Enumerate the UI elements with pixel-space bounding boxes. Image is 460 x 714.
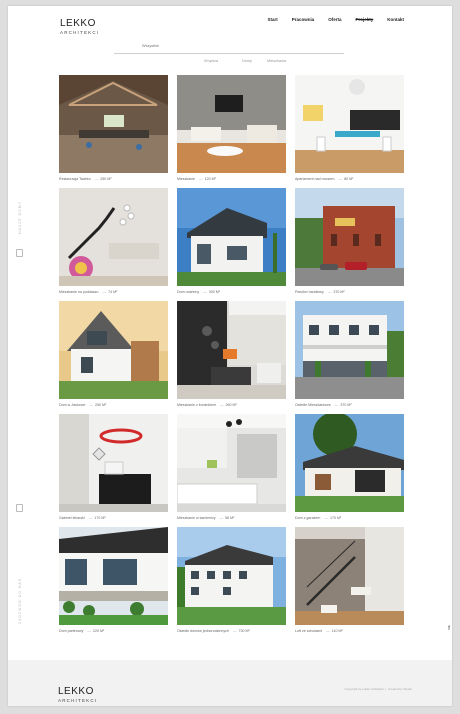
nav-item-kontakt[interactable]: Kontakt xyxy=(387,17,404,22)
nav-item-pracownia[interactable]: Pracownia xyxy=(292,17,315,22)
project-name: Osiedle Mieszkaniowe xyxy=(295,403,331,407)
project-image[interactable] xyxy=(177,188,286,286)
project-name: Dom w Jasionce xyxy=(59,403,86,407)
logo[interactable]: LEKKO ARCHITEKCI xyxy=(60,14,99,36)
project-area: 300 M² xyxy=(208,290,220,294)
project-image[interactable] xyxy=(59,188,168,286)
project-image[interactable] xyxy=(59,75,168,173)
mail-icon[interactable] xyxy=(16,504,23,512)
copyright-text: Copyright by Lekko Architekci xyxy=(344,687,384,691)
project-caption: Dom parterowy —220 M² xyxy=(59,629,105,633)
nav-item-projekty[interactable]: Projekty xyxy=(355,17,373,22)
project-caption: Osiedle Mieszkaniowe —370 M² xyxy=(295,403,352,407)
filter-wszystkie[interactable]: Wszystkie xyxy=(142,44,159,48)
project-caption: Pawilon handlowy —370 M² xyxy=(295,290,345,294)
project-caption: Mieszkanie —120 M² xyxy=(177,177,216,181)
project-area: 250 M² xyxy=(94,403,107,407)
project-image[interactable] xyxy=(177,75,286,173)
project-name: Gabinet lekarski xyxy=(59,516,85,520)
logo-text: LEKKO xyxy=(60,18,96,29)
project-name: Pawilon handlowy xyxy=(295,290,324,294)
project-area: 170 M² xyxy=(329,516,342,520)
footer: LEKKO ARCHITEKCI Copyright by Lekko Arch… xyxy=(8,660,452,706)
project-name: Apartament nad morzem xyxy=(295,177,335,181)
filter-mieszkania[interactable]: Mieszkania xyxy=(267,59,286,63)
sidebar-label-top: NASZE DOMY xyxy=(18,200,22,234)
footer-logo[interactable]: LEKKO ARCHITEKCI xyxy=(58,682,97,704)
project-area: 74 M² xyxy=(108,290,118,294)
footer-logo-subtitle: ARCHITEKCI xyxy=(58,698,98,703)
project-area: 120 M² xyxy=(204,177,216,181)
project-name: Restauracja Tadeko xyxy=(59,177,91,181)
nav-item-start[interactable]: Start xyxy=(267,17,277,22)
project-name: Mieszkanie z kominkiem xyxy=(177,403,216,407)
studio-credit[interactable]: Created by Studio xyxy=(388,687,412,691)
project-name: Dom z garażem xyxy=(295,516,321,520)
filter-domy[interactable]: Domy xyxy=(242,59,252,63)
project-area: 170 M² xyxy=(94,516,106,520)
project-area: 730 M² xyxy=(238,629,250,633)
project-caption: Dom w Jasionce —250 M² xyxy=(59,403,107,407)
project-area: 80 M² xyxy=(344,177,354,181)
project-image[interactable] xyxy=(295,75,404,173)
project-image[interactable] xyxy=(295,301,404,399)
nav-item-oferta[interactable]: Oferta xyxy=(328,17,341,22)
project-name: Dom rodzinny xyxy=(177,290,200,294)
project-area: 370 M² xyxy=(340,403,352,407)
page: LEKKO ARCHITEKCI Start Pracownia Oferta … xyxy=(8,6,452,706)
project-area: 250 M² xyxy=(100,177,112,181)
project-caption: Mieszkanie w kamienicy —56 M² xyxy=(177,516,235,520)
project-name: Dom parterowy xyxy=(59,629,84,633)
project-caption: Mieszkanie na poddaszu —74 M² xyxy=(59,290,118,294)
project-image[interactable] xyxy=(59,527,168,625)
project-caption: Dom rodzinny —300 M² xyxy=(177,290,220,294)
project-area: 110 M² xyxy=(331,629,343,633)
project-image[interactable] xyxy=(177,527,286,625)
project-caption: Dom z garażem —170 M² xyxy=(295,516,342,520)
project-caption: Loft ze schodami —110 M² xyxy=(295,629,343,633)
project-filters: Wszystkie Wnętrza Domy Mieszkania xyxy=(114,44,344,63)
project-area: 56 M² xyxy=(225,516,235,520)
project-name: Mieszkanie w kamienicy xyxy=(177,516,216,520)
project-caption: Gabinet lekarski —170 M² xyxy=(59,516,106,520)
sidebar-label-bottom: ZADZWOŃ DO NAS xyxy=(18,577,22,624)
project-name: Mieszkanie xyxy=(177,177,195,181)
project-image[interactable] xyxy=(295,527,404,625)
project-name: Loft ze schodami xyxy=(295,629,323,633)
facebook-icon[interactable]: f xyxy=(448,626,450,632)
phone-icon[interactable] xyxy=(16,249,23,257)
project-image[interactable] xyxy=(295,414,404,512)
project-name: Osiedle domów jednorodzinnych xyxy=(177,629,229,633)
main-nav: Start Pracownia Oferta Projekty Kontakt xyxy=(267,17,404,22)
project-caption: Mieszkanie z kominkiem —260 M² xyxy=(177,403,237,407)
project-image[interactable] xyxy=(177,414,286,512)
project-caption: Apartament nad morzem —80 M² xyxy=(295,177,354,181)
project-image[interactable] xyxy=(295,188,404,286)
project-caption: Restauracja Tadeko —250 M² xyxy=(59,177,112,181)
footer-logo-text: LEKKO xyxy=(58,686,94,697)
project-caption: Osiedle domów jednorodzinnych —730 M² xyxy=(177,629,250,633)
project-area: 370 M² xyxy=(333,290,345,294)
project-image[interactable] xyxy=(177,301,286,399)
footer-copyright: Copyright by Lekko Architekci | Created … xyxy=(344,687,412,691)
filter-wnetrza[interactable]: Wnętrza xyxy=(204,59,218,63)
project-area: 220 M² xyxy=(92,629,105,633)
project-image[interactable] xyxy=(59,414,168,512)
logo-subtitle: ARCHITEKCI xyxy=(60,30,100,35)
project-name: Mieszkanie na poddaszu xyxy=(59,290,99,294)
project-area: 260 M² xyxy=(225,403,237,407)
project-image[interactable] xyxy=(59,301,168,399)
